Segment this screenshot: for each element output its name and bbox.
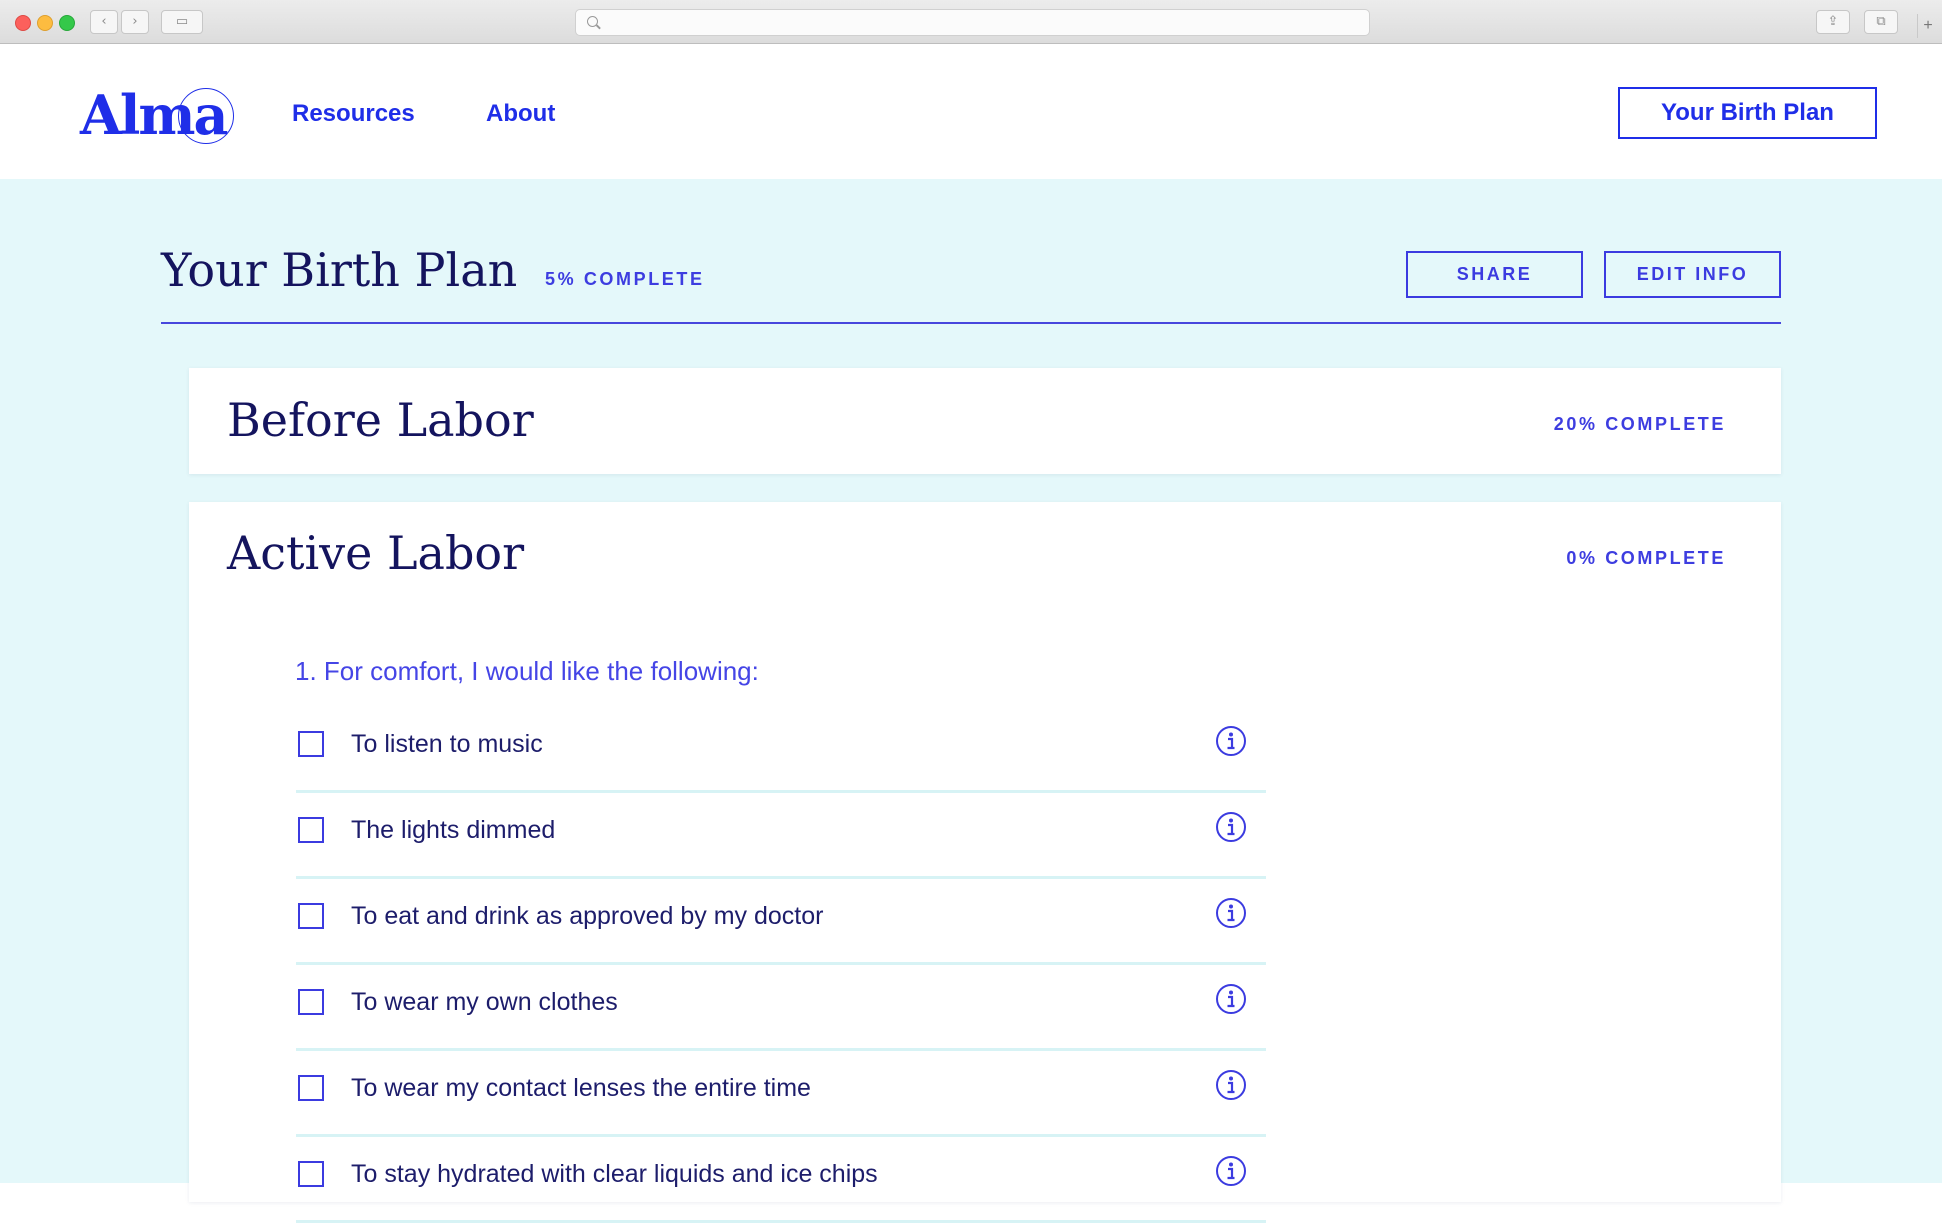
nav-link-about[interactable]: About [486,99,555,129]
option-checkbox[interactable] [298,1161,324,1187]
option-checkbox[interactable] [298,817,324,843]
section-title[interactable]: Active Labor [227,523,524,583]
list-item: To listen to music [296,707,1266,793]
address-bar[interactable] [575,9,1370,36]
zoom-window-button[interactable] [59,15,75,31]
browser-toolbar: ‹ › ▭ ⇪ ⧉ + [0,0,1942,44]
section-progress: 0% COMPLETE [1566,548,1726,568]
option-label[interactable]: To wear my own clothes [351,985,618,1019]
edit-info-button[interactable]: EDIT INFO [1604,251,1781,298]
list-item: To eat and drink as approved by my docto… [296,879,1266,965]
option-label[interactable]: To eat and drink as approved by my docto… [351,899,824,933]
option-checkbox[interactable] [298,731,324,757]
option-checkbox[interactable] [298,903,324,929]
tabs-icon[interactable]: ⧉ [1864,10,1898,34]
info-icon[interactable] [1215,725,1247,757]
search-icon [587,16,598,27]
info-icon[interactable] [1215,1069,1247,1101]
section-before-labor[interactable]: Before Labor 20% COMPLETE [189,368,1781,474]
share-button[interactable]: SHARE [1406,251,1583,298]
list-item: To stay hydrated with clear liquids and … [296,1137,1266,1223]
close-window-button[interactable] [15,15,31,31]
forward-arrow-icon[interactable]: › [121,10,149,34]
option-checkbox[interactable] [298,1075,324,1101]
birth-plan-page: Your Birth Plan 5% COMPLETE SHARE EDIT I… [0,179,1942,1223]
share-icon[interactable]: ⇪ [1816,10,1850,34]
minimize-window-button[interactable] [37,15,53,31]
overall-progress: 5% COMPLETE [545,269,705,289]
list-item: To wear my own clothes [296,965,1266,1051]
section-active-labor: Active Labor 0% COMPLETE 1. For comfort,… [189,502,1781,1223]
section-title: Before Labor [227,393,534,447]
list-item: To wear my contact lenses the entire tim… [296,1051,1266,1137]
your-birth-plan-button[interactable]: Your Birth Plan [1618,87,1877,139]
title-divider [161,322,1781,324]
info-icon[interactable] [1215,897,1247,929]
nav-link-resources[interactable]: Resources [292,99,415,129]
section-progress: 20% COMPLETE [1553,414,1726,434]
option-label[interactable]: To listen to music [351,727,543,761]
info-icon[interactable] [1215,1155,1247,1187]
list-item: The lights dimmed [296,793,1266,879]
info-icon[interactable] [1215,983,1247,1015]
site-header: Alma Resources About Your Birth Plan [0,44,1942,179]
logo-ring [178,88,234,144]
option-checkbox[interactable] [298,989,324,1015]
sidebar-icon[interactable]: ▭ [161,10,203,34]
option-label[interactable]: The lights dimmed [351,813,555,847]
comfort-options-list: To listen to music The lights dimmed To … [296,707,1266,1223]
plus-icon[interactable]: + [1917,14,1938,38]
option-label[interactable]: To wear my contact lenses the entire tim… [351,1071,811,1105]
question-comfort: 1. For comfort, I would like the followi… [295,656,759,686]
info-icon[interactable] [1215,811,1247,843]
page-title: Your Birth Plan [161,243,518,297]
option-label[interactable]: To stay hydrated with clear liquids and … [351,1157,878,1191]
back-arrow-icon[interactable]: ‹ [90,10,118,34]
